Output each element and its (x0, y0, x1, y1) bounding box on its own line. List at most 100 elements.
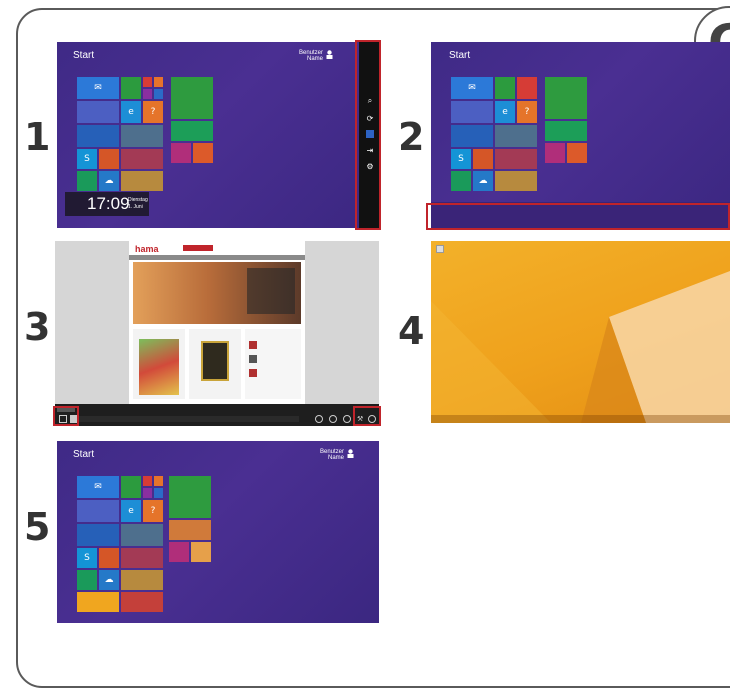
tile-skype-2[interactable]: S (451, 149, 471, 169)
tile-store-2[interactable] (545, 77, 587, 119)
browser-icon: e (128, 107, 134, 117)
mail-icon: ✉ (468, 83, 476, 93)
teaser-left-image (139, 339, 179, 395)
tile-ie-5[interactable]: e (121, 500, 141, 522)
tile-people[interactable] (121, 77, 141, 99)
tile-help-5[interactable]: ? (143, 500, 163, 522)
taskbar[interactable] (431, 415, 730, 423)
highlight-forward-button (353, 406, 381, 426)
highlight-charms (355, 40, 381, 230)
tile-finance-5[interactable] (77, 524, 119, 546)
start-title: Start (73, 50, 95, 61)
tile-help[interactable]: ? (143, 101, 163, 123)
tile-ie-2[interactable]: e (495, 101, 515, 123)
web-page: hama (129, 241, 305, 404)
tile-weather[interactable] (121, 125, 163, 147)
tile-green-2[interactable] (451, 171, 471, 191)
hero-image[interactable] (133, 262, 301, 324)
tile-small-red[interactable] (143, 77, 152, 87)
tile-reading-5[interactable] (169, 542, 189, 562)
start-title-2: Start (449, 50, 471, 61)
tile-photos-5[interactable] (121, 570, 163, 590)
browser-bottom-bar[interactable]: ⚒ (55, 404, 379, 426)
step-number-2: 2 (398, 115, 425, 159)
clock-time: 17:09 (87, 194, 130, 213)
tile-mail[interactable]: ✉ (77, 77, 119, 99)
tile-maps-2[interactable] (545, 121, 587, 141)
tile-photo-collage-5[interactable] (169, 520, 211, 540)
site-logo: hama (135, 244, 159, 254)
tile-small-orange2[interactable] (193, 143, 213, 163)
tile-small-green-5[interactable] (77, 570, 97, 590)
tile-finance[interactable] (77, 125, 119, 147)
screenshot-start-charms: Start Benutzer Name ✉ e ? S ☁ 17:09 Diens… (57, 42, 379, 228)
cloud-icon: ☁ (478, 176, 488, 186)
tile-small-orange-5[interactable] (154, 476, 163, 486)
pin-icon[interactable] (343, 415, 351, 423)
mail-icon: ✉ (94, 482, 102, 492)
tile-people3-2[interactable] (473, 149, 493, 169)
browser-icon: e (128, 506, 134, 516)
tile-calendar-5[interactable] (77, 500, 119, 522)
tile-reading[interactable] (171, 143, 191, 163)
address-bar[interactable] (79, 416, 299, 422)
tile-orange-2[interactable] (567, 143, 587, 163)
screenshot-start-appbar: Start ✉ e ? S ☁ (431, 42, 730, 228)
tile-skype-5[interactable]: S (77, 548, 97, 568)
tile-games-5[interactable] (121, 592, 163, 612)
help-icon: ? (150, 107, 156, 117)
tile-reading-2[interactable] (545, 143, 565, 163)
tile-store[interactable] (171, 77, 213, 119)
tile-store-5[interactable] (169, 476, 211, 518)
tile-skype[interactable]: S (77, 149, 97, 169)
tile-people2[interactable] (99, 149, 119, 169)
tile-small-green[interactable] (77, 171, 97, 191)
tile-small-orange[interactable] (154, 77, 163, 87)
tile-ie[interactable]: e (121, 101, 141, 123)
tile-onedrive-2[interactable]: ☁ (473, 171, 493, 191)
tile-maps[interactable] (171, 121, 213, 141)
tile-news[interactable] (121, 149, 163, 169)
help-icon: ? (524, 107, 530, 117)
tile-news-2[interactable] (495, 149, 537, 169)
tile-small-purple-5[interactable] (143, 488, 152, 498)
tile-small-purple[interactable] (143, 89, 152, 99)
tile-photos[interactable] (121, 171, 163, 191)
tile-small-blue-5[interactable] (154, 488, 163, 498)
tile-weather-5[interactable] (121, 524, 163, 546)
recycle-bin-icon[interactable] (436, 245, 444, 253)
step-number-4: 4 (398, 309, 425, 353)
favorites-icon[interactable] (329, 415, 337, 423)
highlight-app-bar (426, 203, 730, 230)
tile-weather-2[interactable] (495, 125, 537, 147)
teaser-left[interactable] (133, 329, 185, 399)
tile-news-5[interactable] (121, 548, 163, 568)
tile-photo-5[interactable] (191, 542, 211, 562)
tile-calendar[interactable] (77, 101, 119, 123)
user-avatar-icon-5 (347, 449, 354, 458)
step-number-5: 5 (24, 505, 51, 549)
help-icon: ? (150, 506, 156, 516)
tile-people-5[interactable] (121, 476, 141, 498)
tile-onedrive-5[interactable]: ☁ (99, 570, 119, 590)
tile-people2-5[interactable] (99, 548, 119, 568)
refresh-icon[interactable] (315, 415, 323, 423)
tile-finance-2[interactable] (451, 125, 493, 147)
tile-photos-2[interactable] (495, 171, 537, 191)
tile-red-2[interactable] (517, 77, 537, 99)
teaser-middle[interactable] (189, 329, 241, 399)
tile-small-red-5[interactable] (143, 476, 152, 486)
tile-calendar-2[interactable] (451, 101, 493, 123)
tile-people-2[interactable] (495, 77, 515, 99)
tile-mail-5[interactable]: ✉ (77, 476, 119, 498)
teaser-right[interactable] (245, 329, 301, 399)
hero-text-box (247, 268, 295, 314)
tile-mail-2[interactable]: ✉ (451, 77, 493, 99)
cloud-icon: ☁ (104, 176, 114, 186)
tile-desktop-5[interactable] (77, 592, 119, 612)
sd-card-image (201, 341, 229, 381)
tile-onedrive[interactable]: ☁ (99, 171, 119, 191)
tile-help-2[interactable]: ? (517, 101, 537, 123)
tile-small-blue[interactable] (154, 89, 163, 99)
site-nav[interactable] (129, 255, 305, 260)
